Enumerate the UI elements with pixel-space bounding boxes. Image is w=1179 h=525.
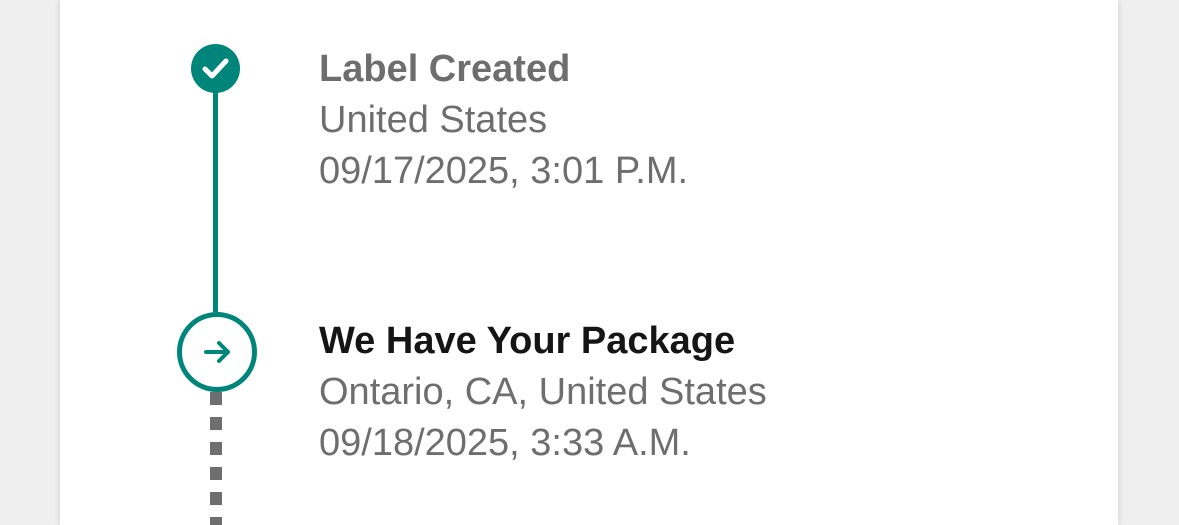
event-title: Label Created xyxy=(319,48,571,90)
event-timestamp: 09/17/2025, 3:01 P.M. xyxy=(319,150,689,192)
tracking-card: Label Created United States 09/17/2025, … xyxy=(60,0,1118,525)
timeline-node-complete xyxy=(191,44,240,93)
tracking-event-package-received: We Have Your Package Ontario, CA, United… xyxy=(319,319,767,469)
timeline-node-current xyxy=(177,312,257,392)
timeline-connector-complete xyxy=(213,90,218,312)
event-timestamp: 09/18/2025, 3:33 A.M. xyxy=(319,422,691,464)
tracking-event-label-created: Label Created United States 09/17/2025, … xyxy=(319,47,688,197)
event-title: We Have Your Package xyxy=(319,320,736,362)
timeline-connector-pending xyxy=(210,392,222,525)
event-location: United States xyxy=(319,99,548,141)
check-icon xyxy=(202,58,229,79)
event-location: Ontario, CA, United States xyxy=(319,371,767,413)
arrow-right-icon xyxy=(204,341,230,363)
